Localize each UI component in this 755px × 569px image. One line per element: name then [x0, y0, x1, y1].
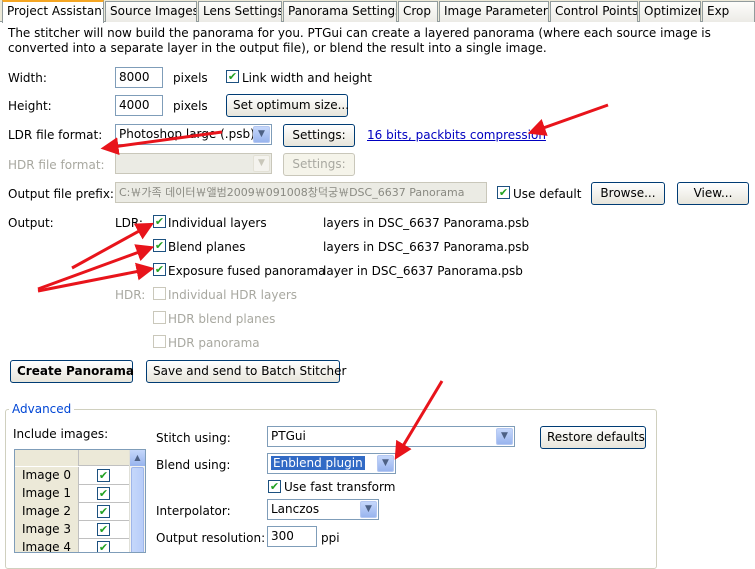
ldr-format-value: Photoshop large (.psb) [119, 127, 255, 141]
include-image-checkbox[interactable]: ✔ [97, 487, 110, 500]
image-name-cell: Image 1 [15, 485, 79, 503]
tab-project-assistant[interactable]: Project Assistant [2, 0, 104, 23]
width-input[interactable]: 8000 [115, 67, 163, 88]
use-default-label: Use default [513, 187, 582, 201]
include-image-checkbox[interactable]: ✔ [97, 541, 110, 552]
tab-image-parameters[interactable]: Image Parameters [439, 1, 549, 22]
output-resolution-unit: ppi [321, 531, 340, 545]
table-header [15, 450, 129, 466]
include-image-checkbox[interactable]: ✔ [97, 523, 110, 536]
exposure-fused-note: layer in DSC_6637 Panorama.psb [323, 264, 523, 278]
include-image-checkbox[interactable]: ✔ [97, 505, 110, 518]
use-default-checkbox[interactable]: ✔ [497, 186, 510, 199]
output-resolution-input[interactable]: 300 [267, 526, 317, 547]
include-image-checkbox[interactable]: ✔ [97, 469, 110, 482]
hdr-settings-button[interactable]: Settings: [283, 153, 355, 176]
include-images-label: Include images: [13, 427, 109, 441]
height-label: Height: [8, 99, 52, 113]
tab-crop[interactable]: Crop [398, 1, 438, 22]
browse-button[interactable]: Browse... [591, 182, 665, 205]
chevron-down-icon[interactable]: ▼ [253, 126, 270, 143]
output-prefix-input[interactable]: C:￦가족 데이터￦앨범2009￦091008창덕궁￦DSC_6637 Pano… [115, 182, 487, 203]
table-header-cell [15, 450, 79, 466]
table-scrollbar[interactable]: ▲ [129, 450, 145, 552]
height-unit: pixels [173, 99, 208, 113]
view-button[interactable]: View... [677, 182, 749, 205]
ldr-format-select[interactable]: Photoshop large (.psb) ▼ [115, 124, 272, 145]
table-row[interactable]: Image 2 ✔ [15, 503, 129, 521]
chevron-down-icon[interactable]: ▼ [377, 455, 394, 472]
tab-bar: Project Assistant Source Images Lens Set… [0, 0, 755, 23]
blend-planes-label: Blend planes [168, 240, 246, 254]
hdr-output-label: HDR: [115, 288, 146, 302]
table-row[interactable]: Image 3 ✔ [15, 521, 129, 539]
tab-control-points[interactable]: Control Points [550, 1, 638, 22]
exposure-fused-checkbox[interactable]: ✔ [153, 263, 166, 276]
height-input[interactable]: 4000 [115, 95, 163, 116]
hdr-blend-planes-label: HDR blend planes [168, 312, 276, 326]
interpolator-value: Lanczos [271, 502, 320, 516]
width-unit: pixels [173, 71, 208, 85]
individual-layers-note: layers in DSC_6637 Panorama.psb [323, 216, 530, 230]
blend-using-value: Enblend plugin [271, 456, 365, 470]
link-width-height-label: Link width and height [242, 71, 372, 85]
individual-layers-label: Individual layers [168, 216, 267, 230]
blend-planes-checkbox[interactable]: ✔ [153, 239, 166, 252]
tab-panorama-settings[interactable]: Panorama Settings [283, 1, 397, 22]
table-row[interactable]: Image 1 ✔ [15, 485, 129, 503]
description-text: The stitcher will now build the panorama… [8, 26, 711, 55]
output-prefix-label: Output file prefix: [8, 187, 114, 201]
hdr-format-select[interactable]: ▼ [115, 153, 272, 174]
ldr-format-label: LDR file format: [8, 128, 103, 142]
output-label: Output: [8, 216, 54, 230]
ldr-settings-link[interactable]: 16 bits, packbits compression [367, 127, 546, 143]
include-images-table[interactable]: Image 0 ✔ Image 1 ✔ Image 2 ✔ Image 3 ✔ … [14, 449, 146, 553]
interpolator-select[interactable]: Lanczos ▼ [267, 499, 379, 520]
restore-defaults-button[interactable]: Restore defaults [540, 426, 646, 449]
scroll-up-icon[interactable]: ▲ [130, 450, 145, 466]
create-panorama-button[interactable]: Create Panorama [10, 360, 134, 383]
image-name-cell: Image 3 [15, 521, 79, 539]
interpolator-label: Interpolator: [156, 504, 231, 518]
arrow-to-individual-layers [71, 222, 154, 270]
stitch-using-value: PTGui [271, 429, 306, 443]
advanced-title: Advanced [9, 402, 75, 416]
chevron-down-icon[interactable]: ▼ [496, 428, 513, 445]
hdr-format-label: HDR file format: [8, 158, 105, 172]
ldr-output-label: LDR: [115, 216, 143, 230]
scroll-thumb[interactable] [131, 467, 144, 552]
batch-stitcher-button[interactable]: Save and send to Batch Stitcher [146, 360, 346, 383]
tab-source-images[interactable]: Source Images [105, 1, 197, 22]
blend-planes-note: layers in DSC_6637 Panorama.psb [323, 240, 530, 254]
image-name-cell: Image 2 [15, 503, 79, 521]
stitch-using-label: Stitch using: [156, 431, 231, 445]
tab-optimizer[interactable]: Optimizer [639, 1, 701, 22]
output-resolution-label: Output resolution: [156, 531, 266, 545]
individual-layers-checkbox[interactable]: ✔ [153, 215, 166, 228]
width-label: Width: [8, 71, 47, 85]
table-row[interactable]: Image 0 ✔ [15, 467, 129, 485]
image-name-cell: Image 0 [15, 467, 79, 485]
chevron-down-icon: ▼ [253, 155, 270, 172]
tab-exposure[interactable]: Exp [702, 1, 755, 22]
chevron-down-icon[interactable]: ▼ [360, 501, 377, 518]
hdr-blend-planes-checkbox[interactable] [153, 311, 166, 324]
stitch-using-select[interactable]: PTGui ▼ [267, 426, 515, 447]
hdr-panorama-checkbox[interactable] [153, 335, 166, 348]
set-optimum-size-button[interactable]: Set optimum size... [226, 94, 349, 117]
exposure-fused-label: Exposure fused panorama [168, 264, 326, 278]
fast-transform-checkbox[interactable]: ✔ [268, 480, 281, 493]
link-width-height-checkbox[interactable]: ✔ [226, 70, 239, 83]
image-name-cell: Image 4 [15, 539, 79, 552]
blend-using-select[interactable]: Enblend plugin ▼ [267, 453, 396, 474]
individual-hdr-layers-checkbox[interactable] [153, 287, 166, 300]
arrow-to-blend-planes [37, 244, 155, 291]
fast-transform-label: Use fast transform [284, 480, 396, 494]
hdr-panorama-label: HDR panorama [168, 336, 260, 350]
ldr-settings-button[interactable]: Settings: [283, 124, 355, 147]
tab-lens-settings[interactable]: Lens Settings [198, 1, 282, 22]
blend-using-label: Blend using: [156, 458, 231, 472]
individual-hdr-layers-label: Individual HDR layers [168, 288, 298, 302]
table-row[interactable]: Image 4 ✔ [15, 539, 129, 552]
